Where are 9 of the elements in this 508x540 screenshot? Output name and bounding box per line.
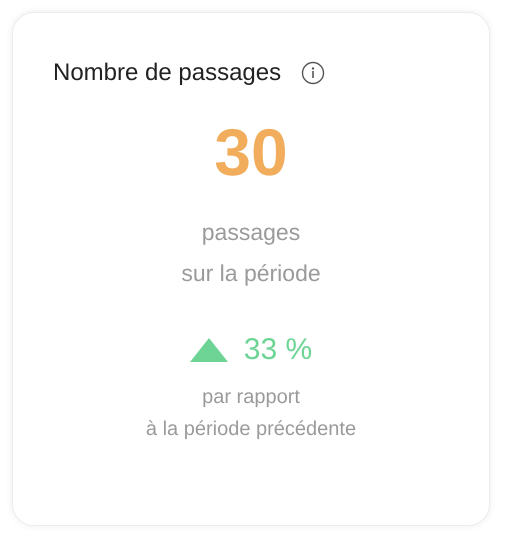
info-icon[interactable]	[301, 61, 326, 85]
change-value: 33 %	[244, 332, 312, 368]
card-title: Nombre de passages	[53, 58, 282, 88]
stat-value: 30	[214, 119, 288, 185]
stat-caption: passages	[202, 218, 300, 247]
up-triangle-icon	[190, 338, 228, 362]
comparison-text: à la période précédente	[146, 417, 356, 442]
comparison-text: par rapport	[202, 385, 300, 410]
stat-caption: sur la période	[181, 259, 321, 288]
